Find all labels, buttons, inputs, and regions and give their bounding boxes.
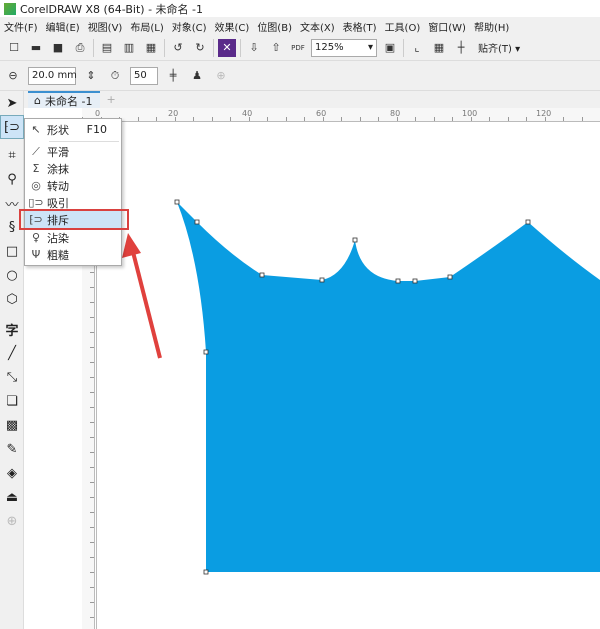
drawing-layer [122,199,600,575]
node[interactable] [447,274,453,280]
node[interactable] [203,349,209,355]
smooth-icon: ⟋ [32,144,40,158]
node[interactable] [395,278,401,284]
shape-tool-flyout: ↖ 形状 F10 ⟋ 平滑 Σ 涂抹 ◎ 转动 ▯⊃ 吸引 ⁅⊃ 排斥 ♀ 沾染 Ψ 粗糙 [24,118,122,266]
flyout-item-smudge[interactable]: ♀ 沾染 [25,229,121,246]
flyout-item-roughen[interactable]: Ψ 粗糙 [25,246,121,263]
attract-icon: ▯⊃ [28,196,44,209]
blue-shape[interactable] [177,202,600,572]
node[interactable] [352,237,358,243]
red-arrow [122,233,162,359]
smudge-icon: ♀ [31,231,41,244]
flyout-item-twirl[interactable]: ◎ 转动 [25,177,121,194]
twirl-icon: ◎ [31,179,41,192]
roughen-icon: Ψ [31,248,41,261]
flyout-label: 转动 [47,179,69,193]
smear-icon: Σ [32,162,40,175]
node[interactable] [203,569,209,575]
flyout-label: 平滑 [47,145,69,159]
node[interactable] [319,277,325,283]
flyout-label: 粗糙 [47,248,69,262]
node[interactable] [259,272,265,278]
flyout-label: 沾染 [47,231,69,245]
flyout-label: 形状 [47,123,69,137]
shape-tool-icon: ↖ [31,123,41,136]
highlight-box [19,209,129,230]
flyout-item-smear[interactable]: Σ 涂抹 [25,160,121,177]
flyout-item-shape[interactable]: ↖ 形状 F10 [25,121,121,138]
node[interactable] [525,219,531,225]
node[interactable] [194,219,200,225]
flyout-label: 涂抹 [47,162,69,176]
node[interactable] [412,278,418,284]
flyout-item-smooth[interactable]: ⟋ 平滑 [25,143,121,160]
flyout-shortcut: F10 [86,123,107,136]
node[interactable] [174,199,180,205]
divider [49,141,119,142]
